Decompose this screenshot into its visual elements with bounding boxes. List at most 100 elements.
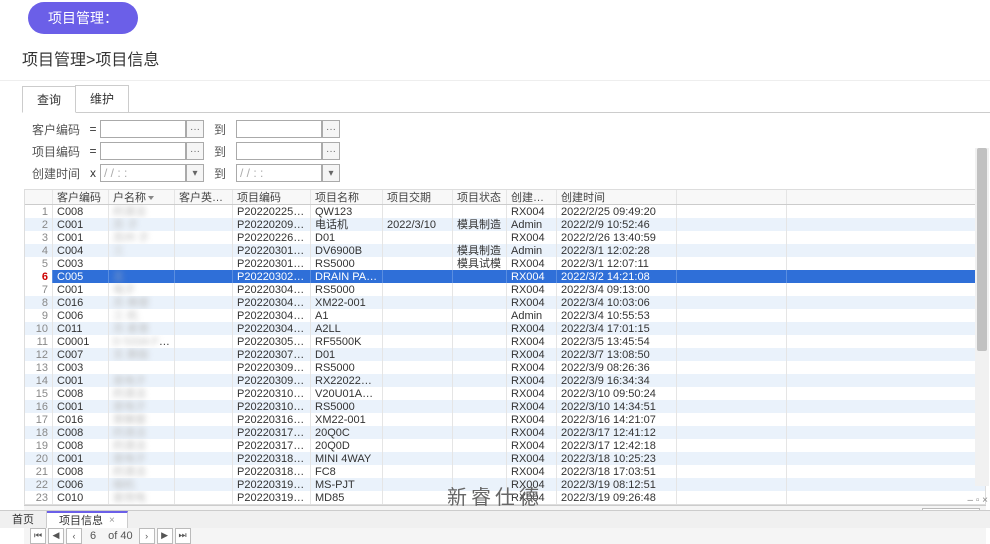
table-row[interactable]: 4C004三P20220301001DV6900B模具制造Admin2022/3… (25, 244, 985, 257)
create-time-to[interactable]: / / : : (236, 164, 322, 182)
customer-code-from[interactable] (100, 120, 186, 138)
table-row[interactable]: 2C001苏 子P20220209001电话机2022/3/10模具制造Admi… (25, 218, 985, 231)
tab-maintain[interactable]: 维护 (75, 85, 129, 112)
col-header[interactable] (677, 190, 787, 204)
table-row[interactable]: 11C0001D 533A FIXER CASE-PBAP20220305002… (25, 335, 985, 348)
cell: 苏 橡塑 (109, 296, 175, 309)
vertical-scrollbar[interactable] (975, 148, 989, 486)
table-row[interactable]: 12C007无 鹏股P20220307001D01RX0042022/3/7 1… (25, 348, 985, 361)
bottom-tab-project-info[interactable]: 项目信息 × (47, 511, 128, 528)
label-project-code: 项目编码 (24, 143, 86, 160)
col-header[interactable]: 项目状态 (453, 190, 507, 204)
page-step-back[interactable]: ‹ (66, 528, 82, 544)
cell (383, 322, 453, 335)
col-header[interactable]: 项目编码 (233, 190, 311, 204)
col-header[interactable]: 客户编码 (53, 190, 109, 204)
project-code-to[interactable] (236, 142, 322, 160)
cell: RS5000 (311, 257, 383, 270)
date-dd-from[interactable]: ▾ (186, 164, 204, 182)
cell: C006 (53, 309, 109, 322)
table-row[interactable]: 13C003P20220309001RS5000RX0042022/3/9 08… (25, 361, 985, 374)
cell (453, 231, 507, 244)
create-time-from[interactable]: / / : : (100, 164, 186, 182)
col-header[interactable]: 客户英文名 (175, 190, 233, 204)
tab-query[interactable]: 查询 (22, 86, 76, 113)
lookup-project-from[interactable]: ··· (186, 142, 204, 160)
col-header[interactable]: 户名称 (109, 190, 175, 204)
table-row[interactable]: 10C011苏 麦普P20220304004A2LLRX0042022/3/4 … (25, 322, 985, 335)
lookup-project-to[interactable]: ··· (322, 142, 340, 160)
row-index: 1 (25, 205, 53, 218)
page-next[interactable]: ▶ (157, 528, 173, 544)
table-row[interactable]: 7C001 电子P20220304001RS5000RX0042022/3/4 … (25, 283, 985, 296)
cell: C001 (53, 218, 109, 231)
cell: RX004 (507, 296, 557, 309)
cell (677, 296, 787, 309)
cell: 2022/3/4 10:03:06 (557, 296, 677, 309)
cell: P20220307001 (233, 348, 311, 361)
table-row[interactable]: 20C001是电子P20220318001MINI 4WAYRX0042022/… (25, 452, 985, 465)
table-row[interactable]: 3C001苏州 子P20220226003D01RX0042022/2/26 1… (25, 231, 985, 244)
cell: 2022/3/4 09:13:00 (557, 283, 677, 296)
cell: 2022/3/9 08:26:36 (557, 361, 677, 374)
table-row[interactable]: 16C001是电子P20220310002RS5000RX0042022/3/1… (25, 400, 985, 413)
col-header[interactable]: 项目交期 (383, 190, 453, 204)
table-row[interactable]: 21C008的清洁P20220318002FC8RX0042022/3/18 1… (25, 465, 985, 478)
customer-code-to[interactable] (236, 120, 322, 138)
breadcrumb: 项目管理>项目信息 (0, 34, 990, 81)
label-to-1: 到 (214, 121, 226, 138)
table-row[interactable]: 17C016荣橡塑P20220316001XM22-001RX0042022/3… (25, 413, 985, 426)
cell: 20Q0C (311, 426, 383, 439)
filter-panel: 客户编码 = ··· 到 ··· 项目编码 = ··· 到 ··· 创建时间 x… (0, 113, 990, 187)
col-header[interactable]: 创建时间 (557, 190, 677, 204)
op-eq2: = (86, 144, 100, 158)
cell (175, 244, 233, 257)
cell: 2022/3/1 12:07:11 (557, 257, 677, 270)
table-row[interactable]: 8C016苏 橡塑P20220304002XM22-001RX0042022/3… (25, 296, 985, 309)
table-row[interactable]: 19C008的清洁P2022031700220Q0DRX0042022/3/17… (25, 439, 985, 452)
cell: P20220310001 (233, 387, 311, 400)
cell (175, 361, 233, 374)
row-index: 21 (25, 465, 53, 478)
bottom-tab-bar: 首页 项目信息 × (0, 510, 990, 528)
table-row[interactable]: 1C008的清洁P20220225001QW123RX0042022/2/25 … (25, 205, 985, 218)
cell (383, 374, 453, 387)
table-row[interactable]: 5C003P20220301002RS5000模具试模RX0042022/3/1… (25, 257, 985, 270)
page-first[interactable]: ⏮ (30, 528, 46, 544)
table-row[interactable]: 14C001是电子P20220309002RX22022（脚RX0042022/… (25, 374, 985, 387)
row-index: 6 (25, 270, 53, 283)
cell: C005 (53, 270, 109, 283)
col-header[interactable]: 创建用户 (507, 190, 557, 204)
cell: RX004 (507, 335, 557, 348)
cell: 2022/3/4 10:55:53 (557, 309, 677, 322)
table-row[interactable]: 9C006三 机P20220304003A1Admin2022/3/4 10:5… (25, 309, 985, 322)
cell: 模具制造 (453, 218, 507, 231)
page-prev[interactable]: ◀ (48, 528, 64, 544)
cell (453, 322, 507, 335)
page-step-fwd[interactable]: › (139, 528, 155, 544)
cell (175, 296, 233, 309)
col-header[interactable]: 项目名称 (311, 190, 383, 204)
row-index: 13 (25, 361, 53, 374)
window-min-controls[interactable]: – ▫ × (967, 495, 988, 506)
lookup-customer-to[interactable]: ··· (322, 120, 340, 138)
cell: RX004 (507, 257, 557, 270)
project-mgmt-pill[interactable]: 项目管理： (28, 2, 138, 34)
page-last[interactable]: ⏭ (175, 528, 191, 544)
table-row[interactable]: 15C008的清洁P20220310001V20U01ADS3NRX004202… (25, 387, 985, 400)
col-index (25, 190, 53, 204)
bottom-tab-home[interactable]: 首页 (0, 511, 47, 528)
cell: Admin (507, 218, 557, 231)
table-row[interactable]: 6C005三P20220302001DRAIN PAN-TCRX0042022/… (25, 270, 985, 283)
cell: 的清洁 (109, 205, 175, 218)
row-index: 16 (25, 400, 53, 413)
cell (383, 400, 453, 413)
close-tab-icon[interactable]: × (109, 512, 115, 530)
cell: P20220309001 (233, 361, 311, 374)
label-to-3: 到 (214, 165, 226, 182)
project-code-from[interactable] (100, 142, 186, 160)
table-row[interactable]: 18C008的清洁P2022031700120Q0CRX0042022/3/17… (25, 426, 985, 439)
lookup-customer-from[interactable]: ··· (186, 120, 204, 138)
op-x: x (86, 166, 100, 180)
date-dd-to[interactable]: ▾ (322, 164, 340, 182)
